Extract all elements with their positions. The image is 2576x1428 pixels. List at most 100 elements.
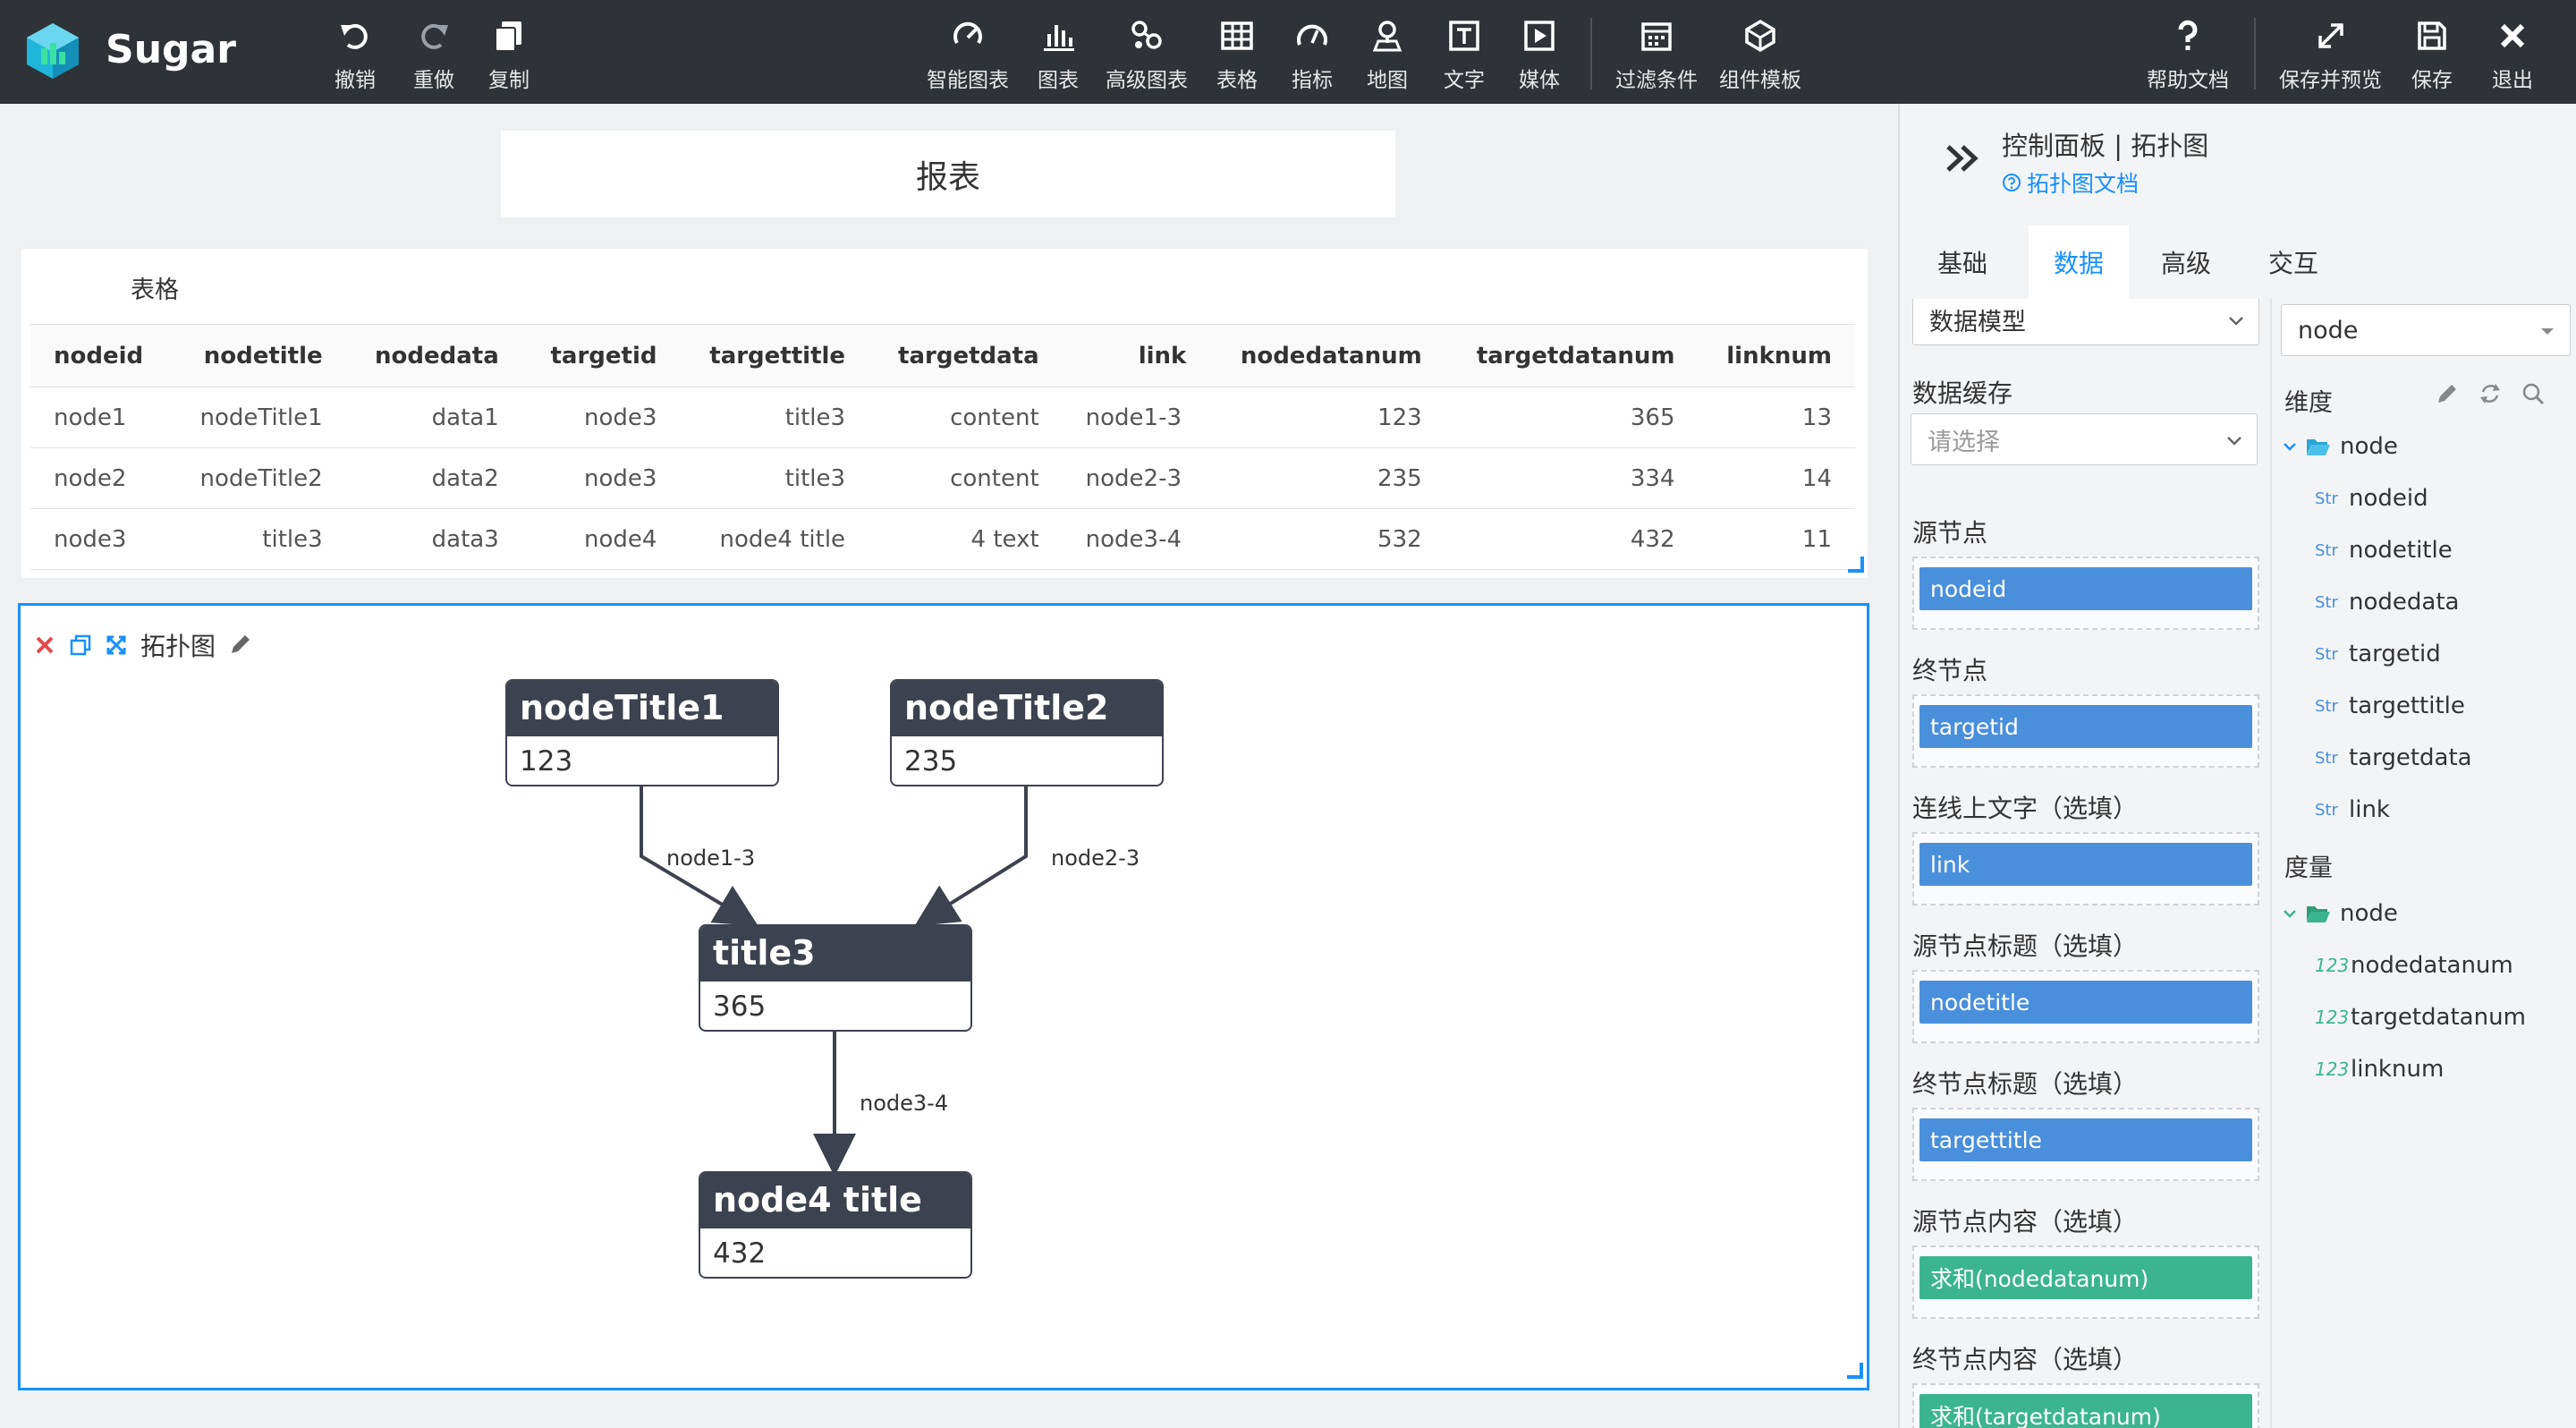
redo-icon: [414, 16, 453, 55]
column-header[interactable]: targettitle: [680, 324, 869, 387]
table-button[interactable]: 表格: [1216, 16, 1258, 93]
table-cell: title3: [171, 508, 346, 570]
map-pin-icon: [1368, 16, 1407, 55]
tab-data[interactable]: 数据: [2029, 225, 2129, 299]
advanced-chart-button[interactable]: 高级图表: [1106, 16, 1188, 93]
topology-node[interactable]: nodeTitle1 123: [505, 679, 779, 786]
topology-node[interactable]: title3 365: [699, 924, 972, 1032]
help-docs-button[interactable]: 帮助文档: [2147, 16, 2229, 93]
collapse-panel-icon[interactable]: [1943, 138, 1984, 179]
node-title: title3: [700, 926, 970, 982]
tree-folder-measures[interactable]: node: [2283, 900, 2398, 927]
undo-button[interactable]: 撤销: [335, 16, 376, 93]
field-pill[interactable]: 求和(targetdatanum): [1919, 1394, 2252, 1428]
field-pill[interactable]: targetid: [1919, 705, 2252, 748]
chart-button[interactable]: 图表: [1038, 16, 1079, 93]
table-cell: 532: [1209, 508, 1445, 570]
topology-node[interactable]: nodeTitle2 235: [890, 679, 1164, 786]
table-cell: 334: [1445, 447, 1699, 509]
search-icon[interactable]: [2521, 381, 2546, 406]
dropzone-source-content[interactable]: 求和(nodedatanum): [1912, 1245, 2259, 1319]
panel-header: 控制面板 | 拓扑图 拓扑图文档: [1900, 104, 2576, 222]
column-header[interactable]: link: [1062, 324, 1210, 387]
table-cell: node2: [30, 447, 172, 509]
dimension-field[interactable]: Str targetid: [2315, 641, 2441, 667]
dropzone-source-title[interactable]: nodetitle: [1912, 970, 2259, 1043]
table-cell: node4 title: [680, 508, 869, 570]
edit-pencil-icon[interactable]: [2435, 381, 2460, 406]
field-pill[interactable]: nodetitle: [1919, 981, 2252, 1024]
tab-advanced[interactable]: 高级: [2132, 225, 2240, 299]
dropzone-link-text[interactable]: link: [1912, 832, 2259, 905]
table-cell: node3: [30, 508, 172, 570]
measure-field[interactable]: 123 nodedatanum: [2315, 952, 2513, 979]
field-pill[interactable]: link: [1919, 843, 2252, 886]
column-header[interactable]: nodeid: [30, 324, 172, 387]
report-title-widget[interactable]: 报表: [501, 131, 1395, 217]
resize-handle[interactable]: [1848, 557, 1864, 573]
topology-node[interactable]: node4 title 432: [699, 1171, 972, 1279]
dropzone-source-node[interactable]: nodeid: [1912, 557, 2259, 630]
copy-button[interactable]: 复制: [488, 16, 530, 93]
text-button[interactable]: 文字: [1444, 16, 1485, 93]
table-cell: 4 text: [869, 508, 1063, 570]
smart-chart-button[interactable]: 智能图表: [927, 16, 1009, 93]
dimension-field[interactable]: Str link: [2315, 796, 2390, 823]
redo-button[interactable]: 重做: [413, 16, 454, 93]
dimension-field[interactable]: Str targetdata: [2315, 744, 2472, 771]
field-label: 源节点内容（选填）: [1912, 1207, 2139, 1237]
column-header[interactable]: linknum: [1698, 324, 1855, 387]
dropzone-target-node[interactable]: targetid: [1912, 694, 2259, 768]
model-select[interactable]: node: [2281, 304, 2571, 356]
field-pill[interactable]: 求和(nodedatanum): [1919, 1256, 2252, 1299]
tree-folder-dimensions[interactable]: node: [2283, 433, 2398, 460]
column-header[interactable]: targetid: [521, 324, 681, 387]
filter-button[interactable]: 过滤条件: [1615, 16, 1698, 93]
column-header[interactable]: nodedatanum: [1209, 324, 1445, 387]
column-header[interactable]: targetdatanum: [1445, 324, 1699, 387]
column-header[interactable]: nodedata: [345, 324, 522, 387]
folder-open-icon: [2307, 906, 2330, 922]
metric-button[interactable]: 指标: [1292, 16, 1333, 93]
dimension-field[interactable]: Str nodedata: [2315, 589, 2459, 616]
tab-basic[interactable]: 基础: [1900, 225, 2025, 299]
dropzone-target-title[interactable]: targettitle: [1912, 1108, 2259, 1181]
data-cache-select[interactable]: 请选择: [1911, 413, 2258, 465]
table-cell: node4: [521, 508, 681, 570]
table-row: node1 nodeTitle1 data1 node3 title3 cont…: [30, 387, 1855, 448]
dimension-field[interactable]: Str nodetitle: [2315, 537, 2453, 564]
dimension-field[interactable]: Str nodeid: [2315, 485, 2428, 512]
data-table: nodeid nodetitle nodedata targetid targe…: [30, 324, 1855, 570]
number-type-icon: 123: [2315, 1058, 2350, 1080]
measure-field[interactable]: 123 linknum: [2315, 1056, 2444, 1083]
refresh-icon[interactable]: [2478, 381, 2503, 406]
media-button[interactable]: 媒体: [1519, 16, 1560, 93]
column-header[interactable]: nodetitle: [171, 324, 346, 387]
data-model-select[interactable]: 数据模型: [1912, 299, 2259, 345]
save-preview-button[interactable]: 保存并预览: [2279, 16, 2382, 93]
table-cell: 123: [1209, 387, 1445, 448]
resize-handle[interactable]: [1847, 1363, 1863, 1379]
table-cell: 432: [1445, 508, 1699, 570]
component-template-button[interactable]: 组件模板: [1719, 16, 1801, 93]
table-widget[interactable]: 表格 nodeid nodetitle nodedata targetid ta…: [21, 249, 1868, 578]
exit-button[interactable]: 退出: [2492, 16, 2533, 93]
column-header[interactable]: targetdata: [869, 324, 1063, 387]
table-cell: title3: [680, 387, 869, 448]
table-cell: content: [869, 447, 1063, 509]
save-button[interactable]: 保存: [2411, 16, 2453, 93]
save-disk-icon: [2412, 16, 2452, 55]
string-type-icon: Str: [2315, 696, 2338, 716]
map-button[interactable]: 地图: [1367, 16, 1408, 93]
dropzone-target-content[interactable]: 求和(targetdatanum): [1912, 1383, 2259, 1428]
topology-widget[interactable]: 拓扑图 nodeTitle1 123 nodeTitle2 235 title3…: [18, 603, 1869, 1390]
app-brand: Sugar: [106, 27, 236, 72]
table-cell: title3: [680, 447, 869, 509]
measure-field[interactable]: 123 targetdatanum: [2315, 1004, 2526, 1031]
tab-interaction[interactable]: 交互: [2240, 225, 2347, 299]
field-pill[interactable]: nodeid: [1919, 567, 2252, 610]
field-pill[interactable]: targettitle: [1919, 1118, 2252, 1161]
dimension-field[interactable]: Str targettitle: [2315, 693, 2465, 719]
help-question-icon: [2168, 16, 2207, 55]
doc-link[interactable]: 拓扑图文档: [2002, 166, 2139, 199]
